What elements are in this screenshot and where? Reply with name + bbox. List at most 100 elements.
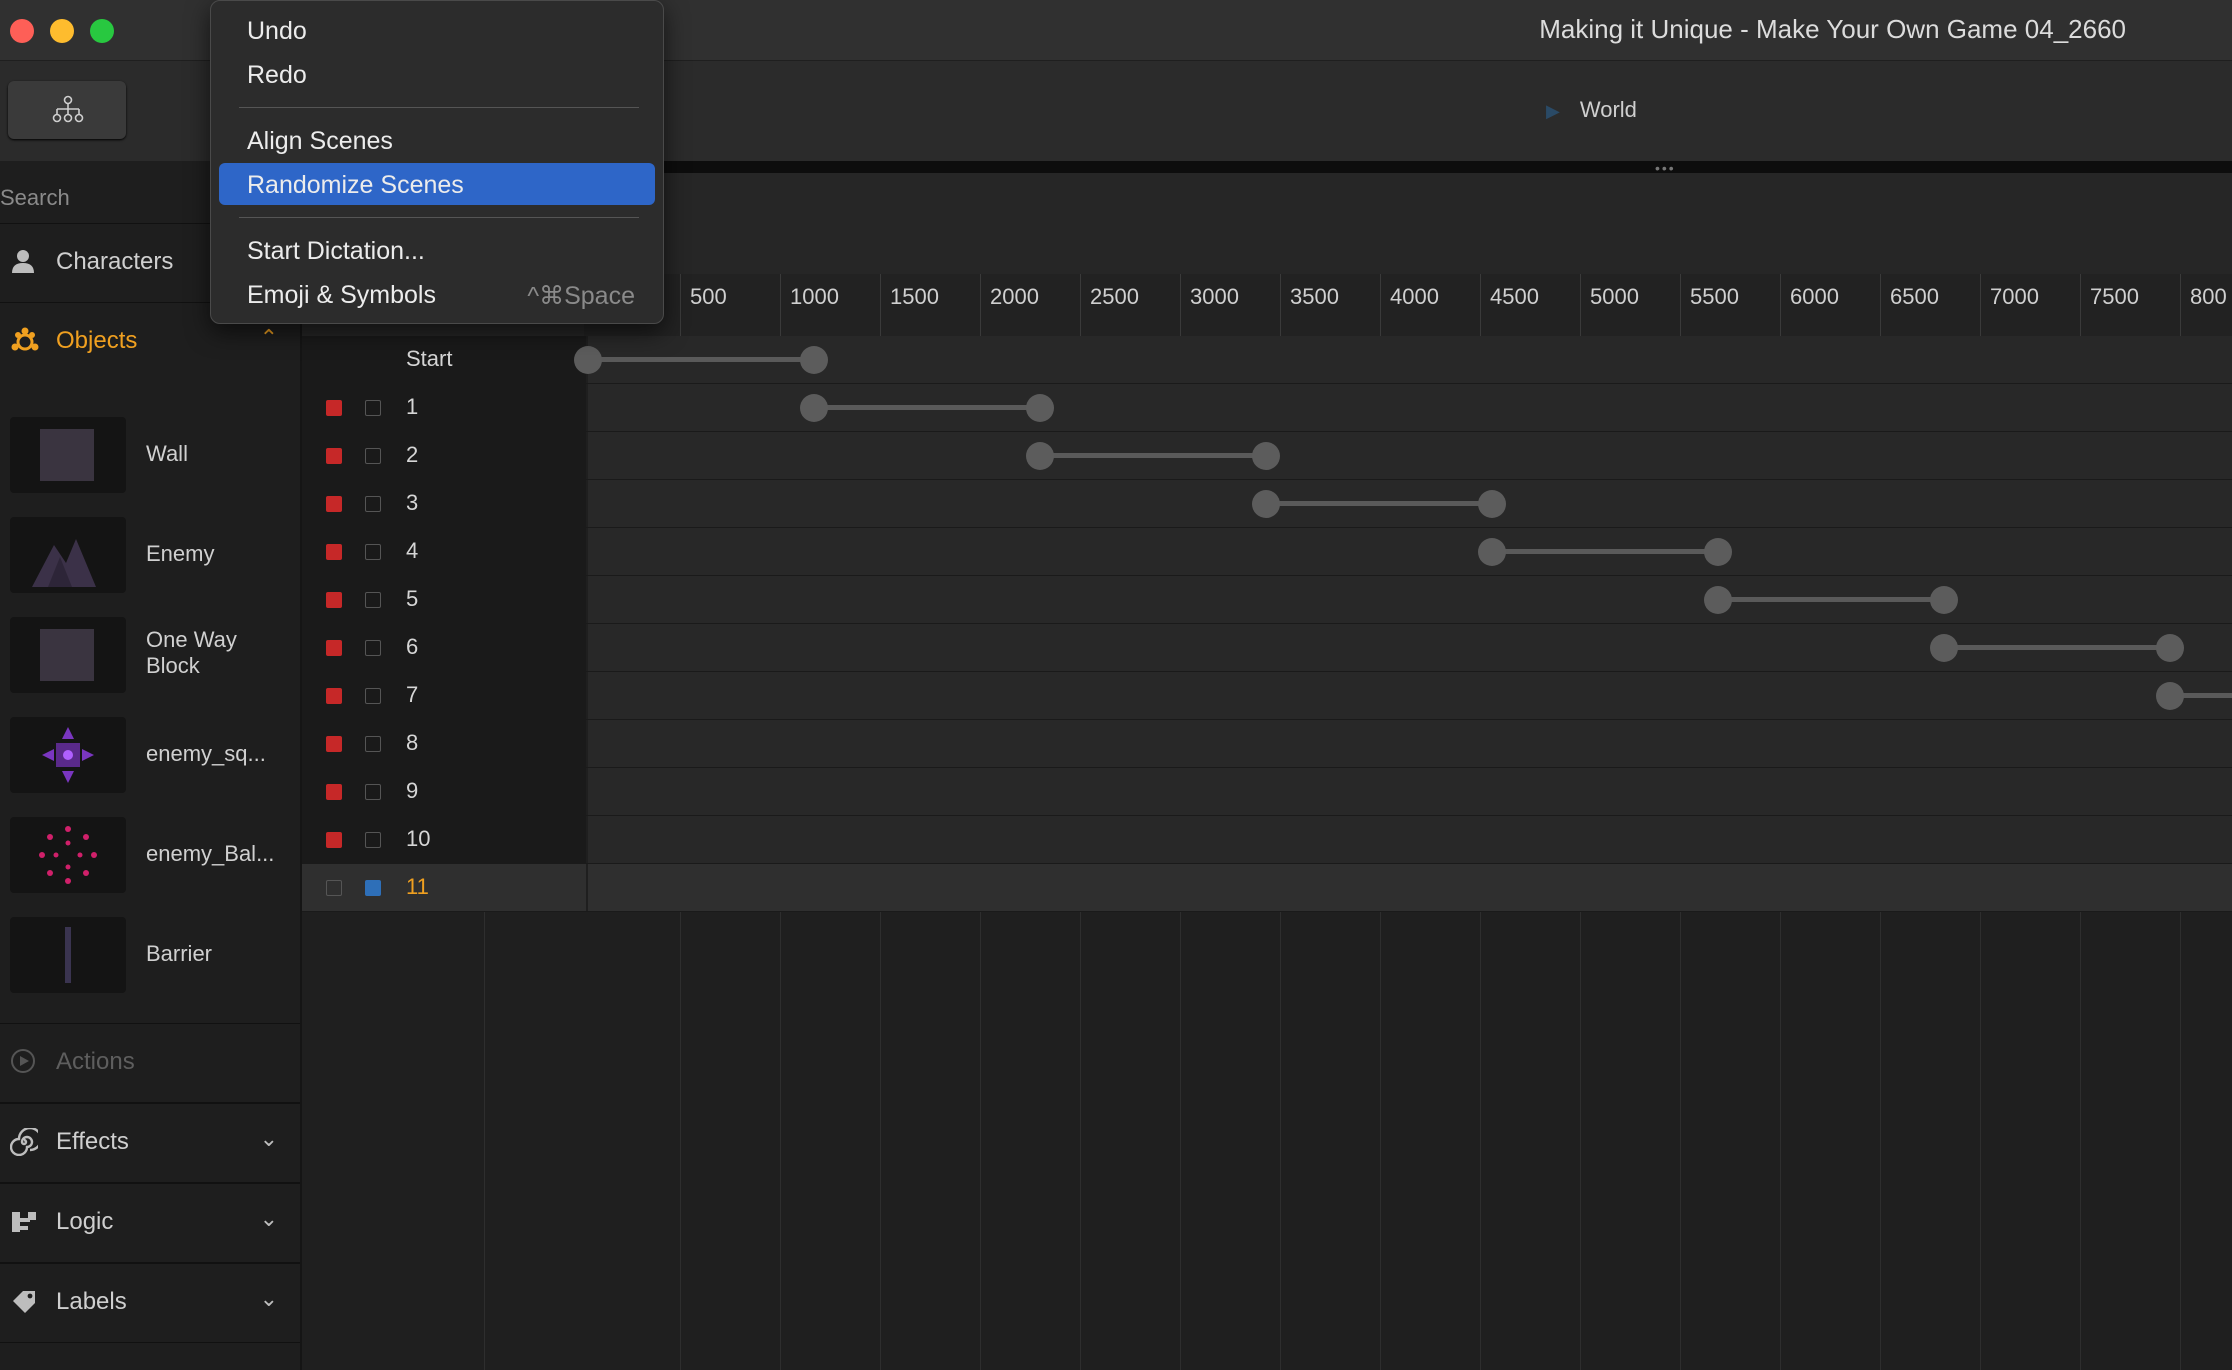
section-objects-label: Objects [56, 327, 138, 354]
scene-checkbox[interactable] [365, 832, 381, 848]
scene-end-handle[interactable] [2156, 634, 2184, 662]
chevron-down-icon[interactable]: ⌄ [260, 1126, 278, 1152]
scene-checkbox[interactable] [365, 400, 381, 416]
scene-checkbox[interactable] [365, 640, 381, 656]
scene-color-marker[interactable] [326, 400, 342, 416]
scene-duration-bar[interactable] [814, 405, 1040, 410]
scene-row[interactable]: Start [302, 336, 2232, 384]
scene-row[interactable]: 1 [302, 384, 2232, 432]
section-labels[interactable]: Labels ⌄ [0, 1263, 300, 1343]
scene-color-marker[interactable] [326, 880, 342, 896]
menu-separator [239, 107, 639, 108]
scene-end-handle[interactable] [1026, 394, 1054, 422]
actions-play-icon [10, 1048, 36, 1081]
scene-color-marker[interactable] [326, 544, 342, 560]
scene-end-handle[interactable] [800, 346, 828, 374]
scene-checkbox[interactable] [365, 688, 381, 704]
scene-track[interactable] [588, 816, 2232, 863]
scene-track[interactable] [588, 576, 2232, 623]
scene-start-handle[interactable] [800, 394, 828, 422]
scene-checkbox[interactable] [365, 736, 381, 752]
scene-tree-button[interactable] [8, 81, 126, 139]
scene-track[interactable] [588, 528, 2232, 575]
scene-row[interactable]: 9 [302, 768, 2232, 816]
scene-duration-bar[interactable] [1492, 549, 1718, 554]
scene-row[interactable]: 11 [302, 864, 2232, 912]
scene-track[interactable] [588, 336, 2232, 383]
object-item-one-way-block[interactable]: One Way Block [0, 605, 300, 701]
scene-row[interactable]: 2 [302, 432, 2232, 480]
object-item-enemy-sq[interactable]: enemy_sq... [0, 705, 300, 801]
menu-item-emoji-symbols[interactable]: Emoji & Symbols ^⌘Space [219, 273, 655, 315]
scene-track[interactable] [588, 432, 2232, 479]
chevron-down-icon[interactable]: ⌄ [260, 1286, 278, 1312]
chevron-down-icon[interactable]: ⌄ [260, 1206, 278, 1232]
scene-end-handle[interactable] [1252, 442, 1280, 470]
scene-checkbox[interactable] [365, 784, 381, 800]
menu-item-randomize-scenes[interactable]: Randomize Scenes [219, 163, 655, 205]
scene-track[interactable] [588, 864, 2232, 911]
section-logic[interactable]: Logic ⌄ [0, 1183, 300, 1263]
scene-row[interactable]: 7 [302, 672, 2232, 720]
scene-checkbox[interactable] [365, 544, 381, 560]
scene-color-marker[interactable] [326, 784, 342, 800]
scene-start-handle[interactable] [1026, 442, 1054, 470]
scene-start-handle[interactable] [1930, 634, 1958, 662]
object-item-wall[interactable]: Wall [0, 405, 300, 501]
minimize-window-button[interactable] [50, 19, 74, 43]
scene-track[interactable] [588, 720, 2232, 767]
close-window-button[interactable] [10, 19, 34, 43]
menu-item-undo[interactable]: Undo [219, 9, 655, 51]
menu-item-align-scenes[interactable]: Align Scenes [219, 119, 655, 161]
scene-end-handle[interactable] [1478, 490, 1506, 518]
split-divider[interactable] [640, 161, 2232, 173]
scene-start-handle[interactable] [2156, 682, 2184, 710]
section-actions[interactable]: Actions [0, 1023, 300, 1103]
scene-end-handle[interactable] [1930, 586, 1958, 614]
object-thumbnail [10, 517, 126, 593]
scene-duration-bar[interactable] [1944, 645, 2170, 650]
scene-duration-bar[interactable] [1718, 597, 1944, 602]
object-item-enemy-bal[interactable]: enemy_Bal... [0, 805, 300, 901]
scene-track[interactable] [588, 768, 2232, 815]
scene-duration-bar[interactable] [1040, 453, 1266, 458]
ruler-tick-label: 1500 [890, 284, 939, 309]
scene-start-handle[interactable] [1704, 586, 1732, 614]
section-effects[interactable]: Effects ⌄ [0, 1103, 300, 1183]
scene-row[interactable]: 10 [302, 816, 2232, 864]
scene-duration-bar[interactable] [588, 357, 814, 362]
zoom-window-button[interactable] [90, 19, 114, 43]
scene-color-marker[interactable] [326, 592, 342, 608]
chevron-up-icon[interactable]: ⌃ [260, 325, 278, 351]
timeline-ruler[interactable]: 500 1000 1500 2000 2500 3000 3500 4000 4500 5000 5… [584, 274, 2232, 337]
ruler-tick-label: 4500 [1490, 284, 1539, 309]
play-icon: ▶ [1546, 101, 1560, 121]
menu-item-start-dictation[interactable]: Start Dictation... [219, 229, 655, 271]
scene-start-handle[interactable] [1252, 490, 1280, 518]
menu-item-redo[interactable]: Redo [219, 53, 655, 95]
scene-row[interactable]: 3 [302, 480, 2232, 528]
scene-track[interactable] [588, 672, 2232, 719]
scene-row[interactable]: 5 [302, 576, 2232, 624]
scene-row[interactable]: 6 [302, 624, 2232, 672]
scene-checkbox[interactable] [365, 448, 381, 464]
scene-color-marker[interactable] [326, 448, 342, 464]
world-breadcrumb[interactable]: ▶ World [1546, 97, 1637, 123]
scene-checkbox-checked[interactable] [365, 880, 381, 896]
scene-start-handle[interactable] [1478, 538, 1506, 566]
scene-start-handle[interactable] [574, 346, 602, 374]
scene-duration-bar[interactable] [1266, 501, 1492, 506]
scene-end-handle[interactable] [1704, 538, 1732, 566]
scene-color-marker[interactable] [326, 640, 342, 656]
object-item-enemy[interactable]: Enemy [0, 505, 300, 601]
scene-checkbox[interactable] [365, 592, 381, 608]
scene-row[interactable]: 8 [302, 720, 2232, 768]
scene-checkbox[interactable] [365, 496, 381, 512]
scene-color-marker[interactable] [326, 688, 342, 704]
scene-color-marker[interactable] [326, 736, 342, 752]
scene-row[interactable]: 4 [302, 528, 2232, 576]
ruler-tick-label: 5500 [1690, 284, 1739, 309]
scene-color-marker[interactable] [326, 832, 342, 848]
object-item-barrier[interactable]: Barrier [0, 905, 300, 1001]
scene-color-marker[interactable] [326, 496, 342, 512]
